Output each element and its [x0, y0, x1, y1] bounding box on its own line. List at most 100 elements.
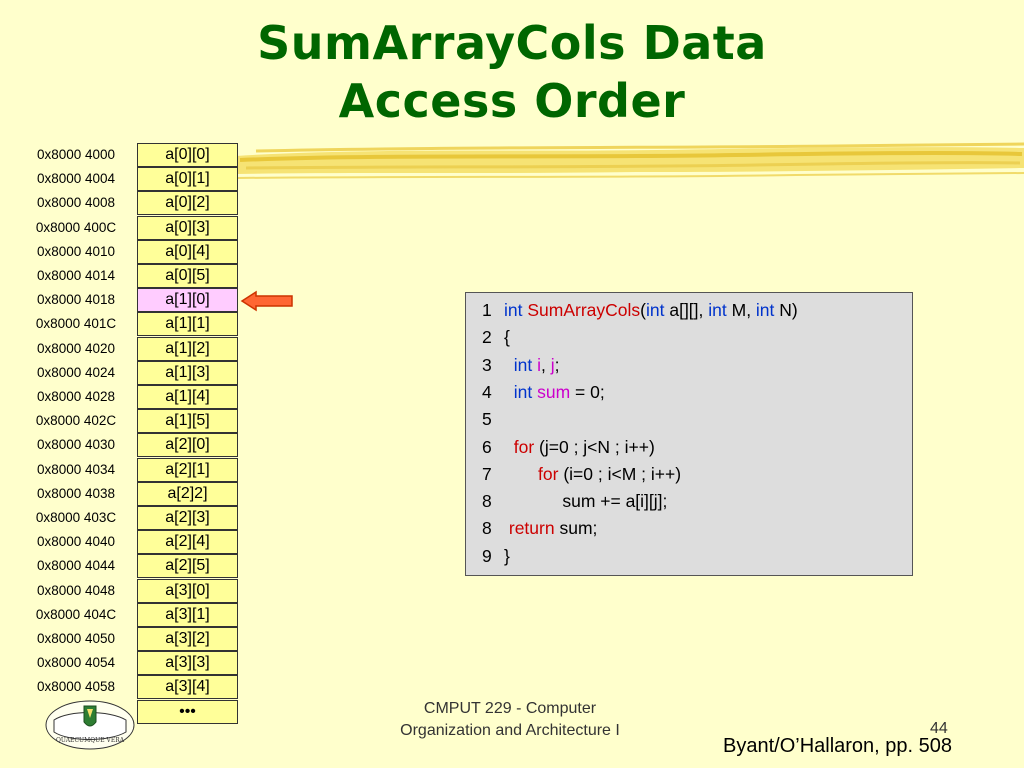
memory-address: 0x8000 4008: [36, 195, 116, 210]
arrow-left-icon: [240, 290, 293, 312]
memory-address: 0x8000 4004: [36, 171, 116, 186]
code-line: 3 int i, j;: [482, 352, 559, 379]
slide: SumArrayCols Data Access Order 0x8000 40…: [0, 0, 1024, 768]
code-line: 8 return sum;: [482, 515, 597, 542]
memory-address: 0x8000 4000: [36, 147, 116, 162]
line-number: 5: [482, 409, 492, 430]
code-text: (i=0 ; i<M ; i++): [558, 463, 682, 484]
code-line: 5: [482, 406, 504, 433]
code-text: M,: [726, 300, 756, 320]
code-listing: 1 int SumArrayCols(int a[][], int M, int …: [465, 292, 913, 576]
memory-address: 0x8000 4028: [36, 389, 116, 404]
code-text: ,: [540, 354, 551, 375]
memory-cell: a[3][2]: [137, 627, 238, 651]
code-keyword: int: [513, 381, 533, 402]
code-line: 2{: [482, 324, 510, 351]
memory-address: 0x8000 4050: [36, 631, 116, 646]
credit-citation: Byant/O’Hallaron, pp. 508: [723, 735, 953, 757]
line-number: 9: [482, 545, 492, 566]
memory-cell: a[0][5]: [137, 264, 238, 288]
memory-address: 0x8000 4040: [36, 534, 116, 549]
memory-address: 0x8000 402C: [35, 413, 117, 428]
memory-address: 0x8000 403C: [35, 510, 117, 525]
line-number: 3: [482, 354, 492, 375]
code-line: 4 int sum = 0;: [482, 379, 605, 406]
code-text: (j=0 ; j<N ; i++): [534, 436, 655, 457]
memory-address: 0x8000 4044: [36, 558, 116, 573]
memory-address: 0x8000 400C: [35, 220, 117, 235]
memory-address: 0x8000 4018: [36, 292, 116, 307]
memory-address: 0x8000 4030: [36, 437, 116, 452]
memory-cell: a[0][3]: [137, 216, 238, 240]
memory-cell: a[3][1]: [137, 603, 238, 627]
memory-cell: a[0][1]: [137, 167, 238, 191]
memory-cell: a[1][1]: [137, 312, 238, 336]
footer-course: CMPUT 229 - Computer Organization and Ar…: [360, 698, 660, 742]
memory-cell: a[0][4]: [137, 240, 238, 264]
memory-address: 0x8000 4048: [36, 583, 116, 598]
memory-cell: a[0][0]: [137, 143, 238, 167]
code-line: 9}: [482, 543, 510, 570]
line-number: 2: [482, 327, 492, 348]
memory-cell: a[1][5]: [137, 409, 238, 433]
memory-cell: •••: [137, 700, 238, 724]
code-text: }: [504, 545, 510, 566]
memory-cell: a[0][2]: [137, 191, 238, 215]
memory-cell: a[1][4]: [137, 385, 238, 409]
memory-address: 0x8000 4034: [36, 462, 116, 477]
code-text: sum += a[i][j];: [504, 491, 668, 512]
code-keyword: sum: [537, 381, 571, 402]
code-keyword: SumArrayCols: [527, 300, 641, 320]
code-keyword: int: [513, 354, 533, 375]
memory-cell: a[3][0]: [137, 579, 238, 603]
memory-cell: a[2][3]: [137, 506, 238, 530]
code-keyword: int: [708, 300, 727, 320]
memory-cell: a[2]2]: [137, 482, 238, 506]
memory-cell: a[2][4]: [137, 530, 238, 554]
memory-cell-highlighted: a[1][0]: [137, 288, 238, 312]
memory-address: 0x8000 4020: [36, 341, 116, 356]
code-keyword: int: [504, 300, 523, 320]
code-text: = 0;: [570, 381, 605, 402]
memory-address: 0x8000 4024: [36, 365, 116, 380]
memory-cell: a[3][4]: [137, 675, 238, 699]
code-line: 6 for (j=0 ; j<N ; i++): [482, 434, 655, 461]
line-number: 8: [482, 491, 492, 512]
code-keyword: int: [755, 300, 775, 320]
logo-motto: QUAECUMQUE VERA: [56, 737, 125, 744]
code-keyword: return: [508, 518, 555, 539]
code-text: {: [504, 327, 510, 348]
memory-address: 0x8000 4058: [36, 679, 116, 694]
memory-address: 0x8000 4054: [36, 655, 116, 670]
course-line-1: CMPUT 229 - Computer: [423, 700, 597, 717]
code-keyword: for: [538, 463, 559, 484]
title-line-1: SumArrayCols Data: [257, 16, 767, 70]
memory-address: 0x8000 4014: [36, 268, 116, 283]
memory-cell: a[1][2]: [137, 337, 238, 361]
code-text: a[][],: [664, 300, 709, 320]
code-keyword: for: [513, 436, 535, 457]
code-keyword: int: [646, 300, 665, 320]
line-number: 1: [482, 300, 492, 320]
course-line-2: Organization and Architecture I: [400, 722, 620, 739]
code-line: 7 for (i=0 ; i<M ; i++): [482, 461, 681, 488]
memory-cell: a[2][0]: [137, 433, 238, 457]
line-number: 8: [482, 518, 492, 539]
memory-cell: a[2][1]: [137, 458, 238, 482]
memory-cell: a[2][5]: [137, 554, 238, 578]
code-text: N): [774, 300, 798, 320]
line-number: 4: [482, 381, 492, 402]
memory-address: 0x8000 401C: [35, 316, 117, 331]
line-number: 6: [482, 436, 492, 457]
memory-cell: a[3][3]: [137, 651, 238, 675]
code-line: 1 int SumArrayCols(int a[][], int M, int …: [482, 297, 798, 324]
code-text: ;: [554, 354, 560, 375]
code-line: 8 sum += a[i][j];: [482, 488, 667, 515]
memory-address: 0x8000 4010: [36, 244, 116, 259]
title-line-2: Access Order: [338, 74, 686, 128]
slide-title: SumArrayCols Data Access Order: [0, 14, 1024, 130]
